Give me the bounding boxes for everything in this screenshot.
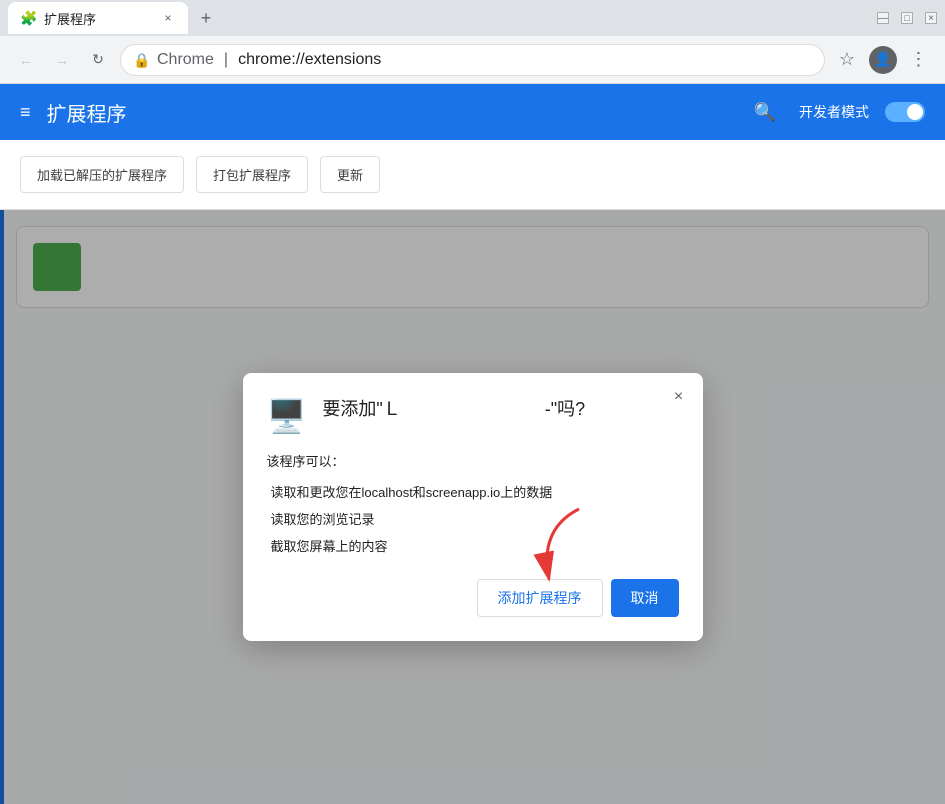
permission-item-1: 读取和更改您在localhost和screenapp.io上的数据 [267, 482, 679, 501]
update-button[interactable]: 更新 [320, 156, 380, 193]
security-icon: 🔒 [133, 52, 149, 68]
extensions-page-title: 扩展程序 [47, 98, 731, 127]
tab-close-button[interactable]: × [160, 10, 176, 26]
window-controls: — □ × [877, 12, 937, 24]
reload-button[interactable]: ↻ [84, 46, 112, 74]
dev-mode-label: 开发者模式 [799, 102, 869, 122]
close-button[interactable]: × [925, 12, 937, 24]
dialog-header: 🖥️ 要添加"Ｌ -"吗? [267, 397, 679, 435]
dev-mode-toggle[interactable] [885, 102, 925, 122]
address-bar: ← → ↻ 🔒 Chrome | chrome://extensions ☆ 👤… [0, 36, 945, 84]
omnibox[interactable]: 🔒 Chrome | chrome://extensions [120, 44, 825, 76]
modal-overlay: × 🖥️ 要添加"Ｌ -"吗? 该程序可以： 读取和更改您在localhost和… [0, 210, 945, 804]
monitor-icon: 🖥️ [267, 397, 307, 435]
tab-favicon: 🧩 [20, 10, 36, 26]
permission-item-3: 截取您屏幕上的内容 [267, 536, 679, 555]
extensions-page: ≡ 扩展程序 🔍 开发者模式 加载已解压的扩展程序 打包扩展程序 更新 [0, 84, 945, 804]
extensions-toolbar: 加载已解压的扩展程序 打包扩展程序 更新 [0, 140, 945, 210]
permissions-section-label: 该程序可以： [267, 451, 679, 470]
omnibox-separator: | [224, 51, 228, 69]
extensions-content: × 🖥️ 要添加"Ｌ -"吗? 该程序可以： 读取和更改您在localhost和… [0, 210, 945, 804]
title-bar: 🧩 扩展程序 × + — □ × [0, 0, 945, 36]
tab-title: 扩展程序 [44, 9, 152, 28]
forward-button[interactable]: → [48, 46, 76, 74]
permission-item-2: 读取您的浏览记录 [267, 509, 679, 528]
new-tab-button[interactable]: + [192, 4, 220, 32]
bookmark-button[interactable]: ☆ [833, 46, 861, 74]
add-extension-button[interactable]: 添加扩展程序 [477, 579, 603, 617]
search-icon: 🔍 [754, 102, 776, 123]
dialog-body: 该程序可以： 读取和更改您在localhost和screenapp.io上的数据… [267, 451, 679, 555]
extensions-header: ≡ 扩展程序 🔍 开发者模式 [0, 84, 945, 140]
hamburger-menu-button[interactable]: ≡ [20, 102, 31, 123]
dialog-title: 要添加"Ｌ -"吗? [322, 397, 585, 422]
dialog-footer: 添加扩展程序 取消 [267, 579, 679, 617]
add-extension-dialog: × 🖥️ 要添加"Ｌ -"吗? 该程序可以： 读取和更改您在localhost和… [243, 373, 703, 641]
omnibox-url: chrome://extensions [238, 51, 381, 69]
maximize-button[interactable]: □ [901, 12, 913, 24]
profile-button[interactable]: 👤 [869, 46, 897, 74]
search-button[interactable]: 🔍 [747, 94, 783, 130]
title-bar-left: 🧩 扩展程序 × + [8, 2, 877, 34]
dialog-close-button[interactable]: × [667, 385, 691, 409]
browser-window: 🧩 扩展程序 × + — □ × ← → ↻ 🔒 Chrome | chrome… [0, 0, 945, 804]
back-button[interactable]: ← [12, 46, 40, 74]
browser-menu-button[interactable]: ⋮ [905, 46, 933, 74]
cancel-button[interactable]: 取消 [611, 579, 679, 617]
load-unpacked-button[interactable]: 加载已解压的扩展程序 [20, 156, 184, 193]
omnibox-chrome-label: Chrome [157, 51, 214, 69]
active-tab[interactable]: 🧩 扩展程序 × [8, 2, 188, 34]
pack-extension-button[interactable]: 打包扩展程序 [196, 156, 308, 193]
minimize-button[interactable]: — [877, 12, 889, 24]
